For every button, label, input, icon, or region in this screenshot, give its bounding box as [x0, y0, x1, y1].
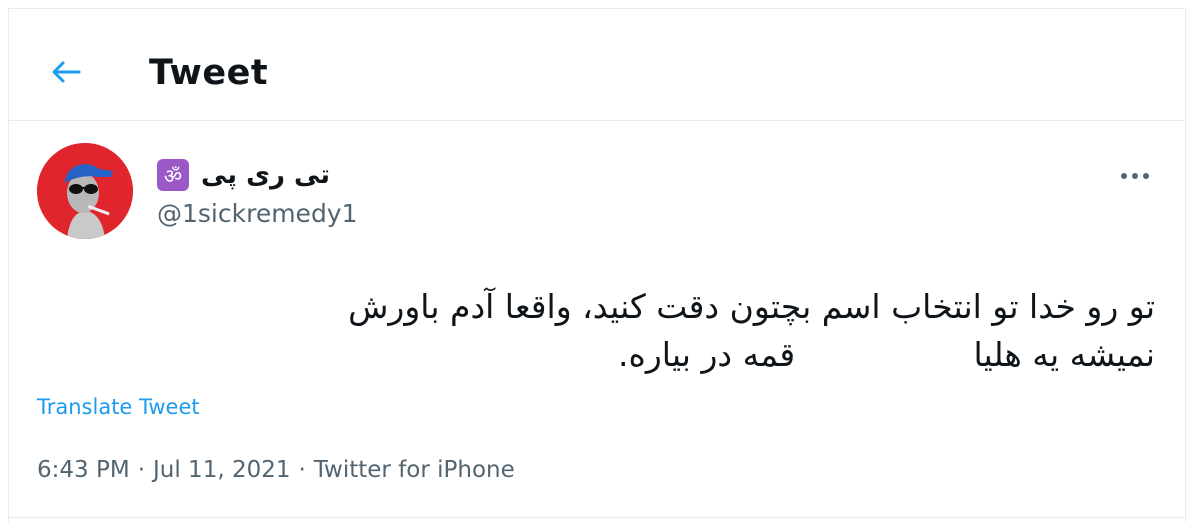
avatar-image: [37, 143, 133, 239]
more-horizontal-icon: [1121, 173, 1149, 179]
tweet-text-line: نمیشه یه هلیا قمه در بیاره.: [618, 335, 1155, 374]
meta-separator: ·: [298, 457, 306, 483]
tweet-text-line: تو رو خدا تو انتخاب اسم بچتون دقت کنید، …: [348, 287, 1155, 326]
page-title: Tweet: [149, 53, 269, 93]
om-badge-icon: ॐ: [157, 159, 189, 191]
page-header: Tweet: [9, 9, 1185, 121]
tweet-panel: Tweet ॐ تی ری پی @1sickremedy1 تو رو خدا…: [8, 8, 1186, 522]
user-handle[interactable]: @1sickremedy1: [157, 199, 358, 228]
back-button[interactable]: [43, 49, 89, 95]
meta-separator: ·: [137, 457, 145, 483]
tweet-metadata: 6:43 PM · Jul 11, 2021 · Twitter for iPh…: [37, 457, 515, 483]
more-options-button[interactable]: [1117, 161, 1153, 191]
avatar[interactable]: [37, 143, 133, 239]
tweet-text: تو رو خدا تو انتخاب اسم بچتون دقت کنید، …: [75, 283, 1155, 379]
arrow-left-icon: [52, 61, 81, 83]
tweet-source[interactable]: Twitter for iPhone: [314, 457, 515, 483]
tweet-date[interactable]: Jul 11, 2021: [153, 457, 290, 483]
display-name: تی ری پی: [201, 160, 331, 190]
translate-tweet-link[interactable]: Translate Tweet: [37, 395, 200, 419]
author-name-row[interactable]: ॐ تی ری پی: [157, 155, 330, 195]
divider: [9, 517, 1185, 518]
tweet-time[interactable]: 6:43 PM: [37, 457, 130, 483]
badge-glyph: ॐ: [163, 163, 183, 188]
